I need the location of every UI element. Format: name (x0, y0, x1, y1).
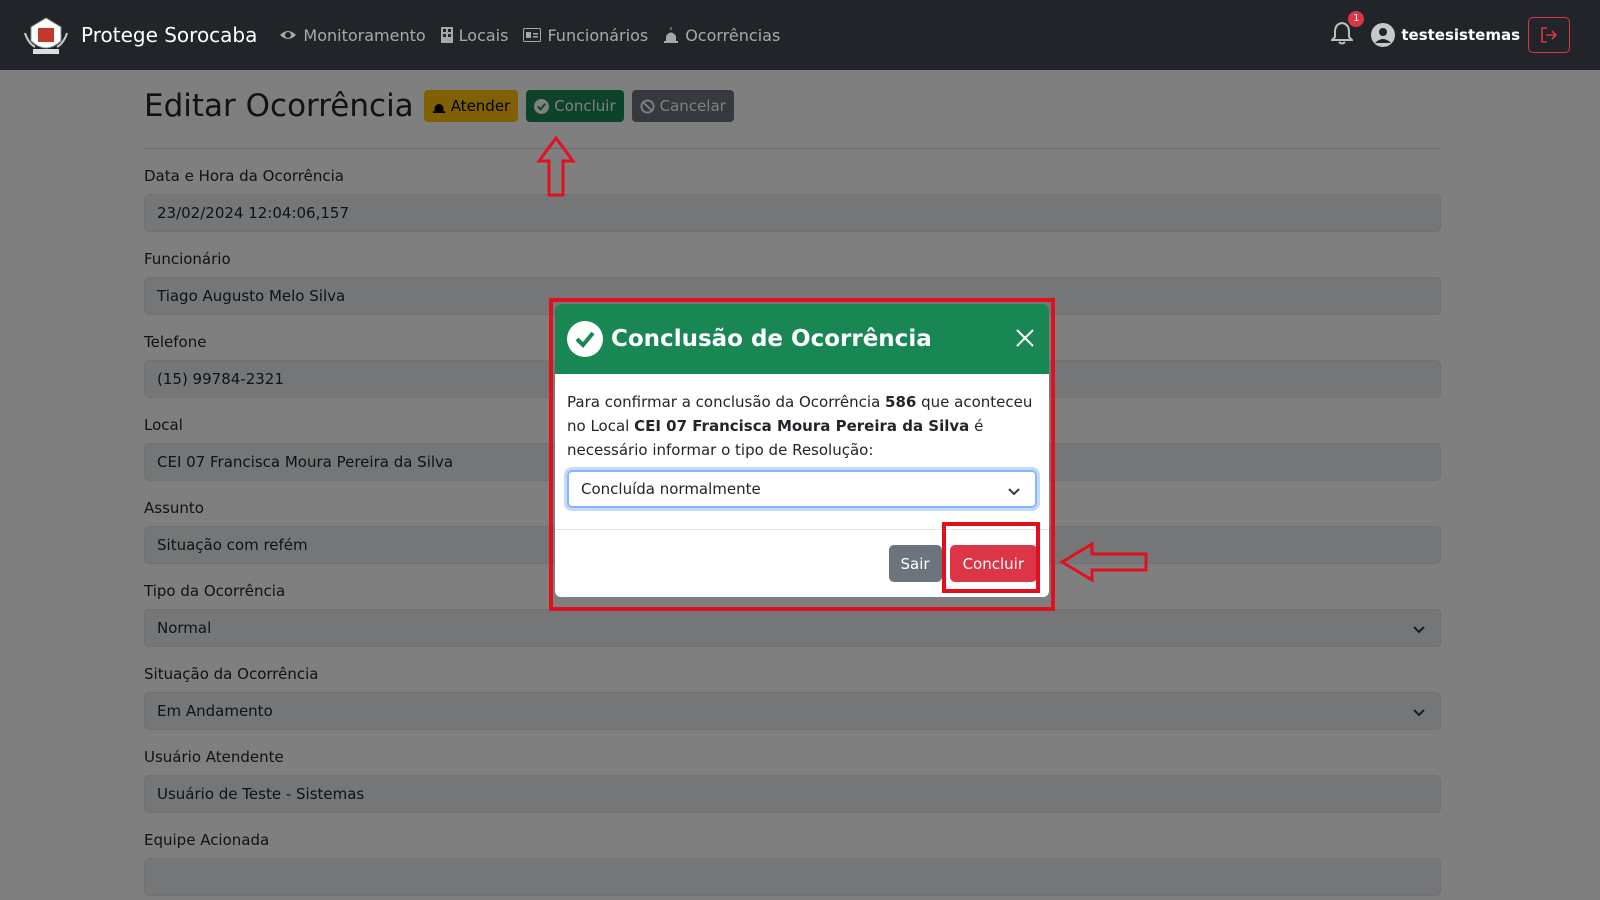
nav-ocorrencias[interactable]: Ocorrências (663, 26, 780, 45)
logout-icon (1541, 27, 1558, 43)
concluir-highlight-box (942, 522, 1040, 593)
nav-funcionarios-label: Funcionários (547, 25, 649, 45)
nav-ocorrencias-label: Ocorrências (685, 25, 781, 45)
nav-funcionarios[interactable]: Funcionários (523, 26, 648, 45)
siren-icon (664, 27, 679, 43)
nav-monitoramento[interactable]: Monitoramento (279, 25, 426, 45)
arrow-left-annotation (1059, 541, 1148, 583)
brand-name[interactable]: Protege Sorocaba (81, 23, 257, 47)
eye-icon (280, 31, 297, 39)
id-card-icon (523, 28, 542, 42)
user-menu[interactable]: testesistemas (1371, 23, 1520, 47)
notifications-button[interactable]: 1 (1329, 11, 1365, 49)
navbar-right: 1 testesistemas (1329, 0, 1570, 70)
user-avatar-icon (1371, 23, 1396, 47)
logout-button[interactable] (1528, 17, 1570, 53)
notification-badge: 1 (1348, 11, 1365, 27)
nav-monitoramento-label: Monitoramento (303, 25, 426, 45)
nav-locais[interactable]: Locais (440, 25, 509, 45)
building-icon (440, 27, 453, 43)
arrow-up-annotation (536, 135, 576, 197)
navbar: Protege Sorocaba Monitoramento Locais Fu… (0, 0, 1600, 70)
nav-locais-label: Locais (458, 25, 509, 45)
username: testesistemas (1401, 26, 1520, 44)
city-crest-logo[interactable] (23, 13, 69, 57)
